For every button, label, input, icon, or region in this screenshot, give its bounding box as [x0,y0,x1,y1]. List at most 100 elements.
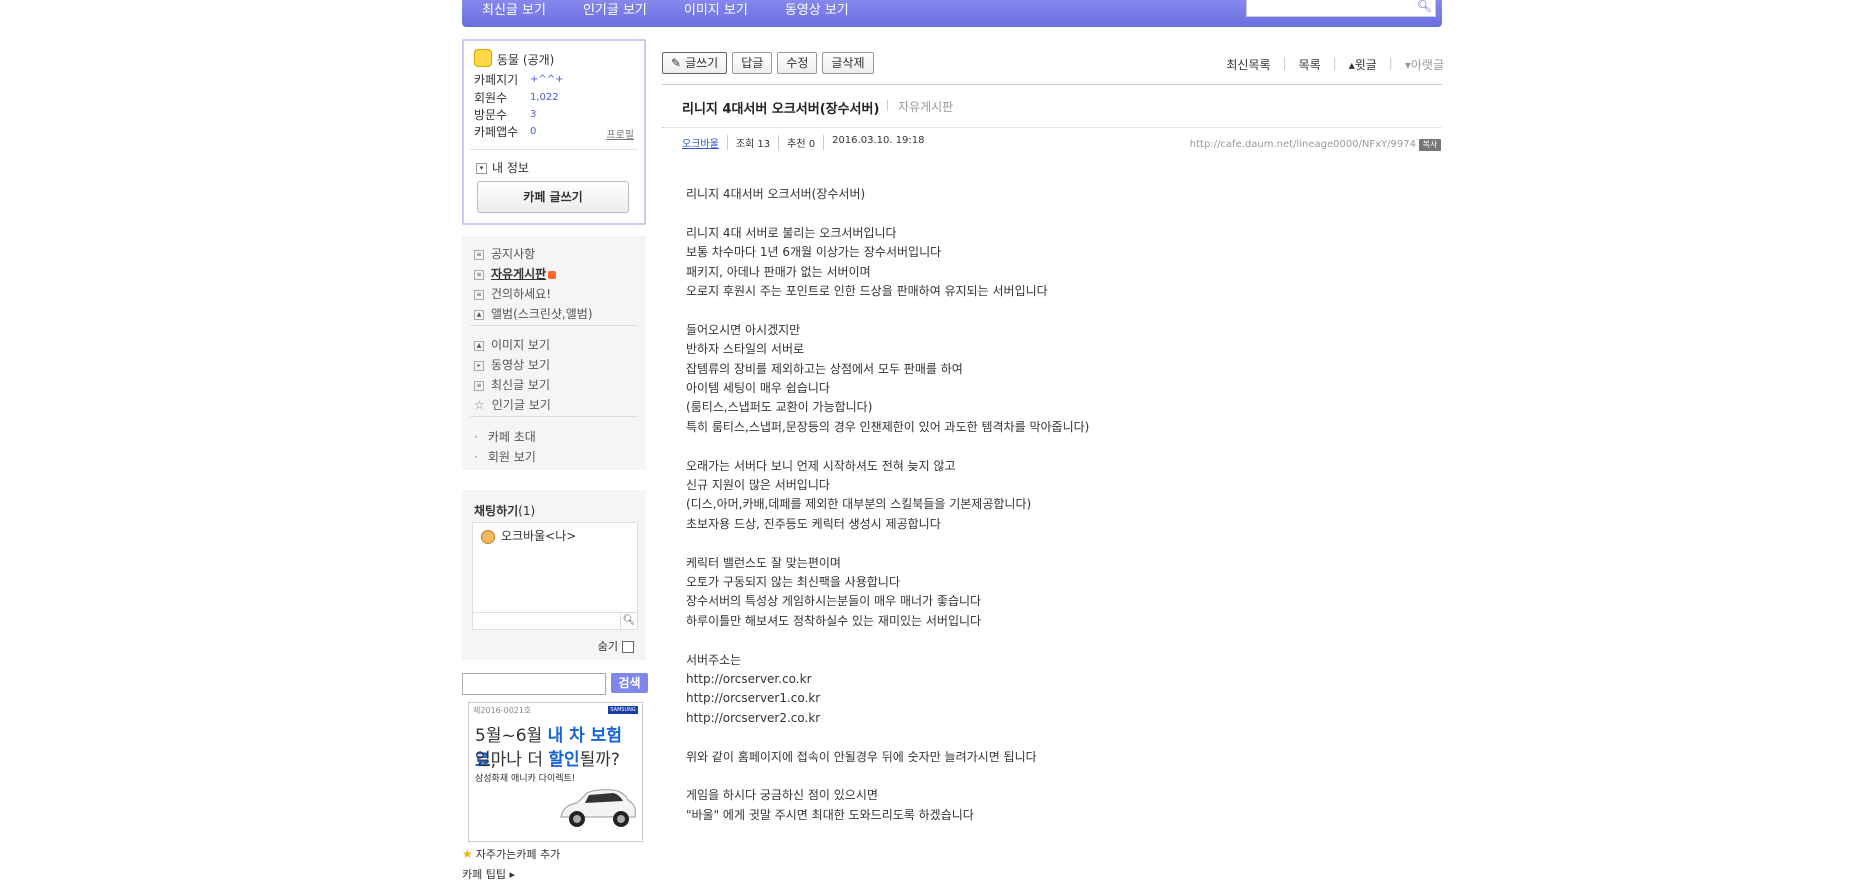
post-line: 반하자 스타일의 서버로 [686,342,805,357]
post-line: (룸티스,스냅퍼도 교환이 가능합니다) [686,400,873,415]
post-line [686,767,1426,786]
post-line: http://orcserver.co.kr [686,672,812,687]
menu-item-free-board[interactable]: ≡ 자유게시판 [474,265,557,282]
cafe-name[interactable]: 동물 (공개) [497,51,554,68]
post-line: 특히 룸티스,스냅퍼,문장등의 경우 인챈제한이 있어 과도한 템격차를 막아줍… [686,419,1090,434]
profile-label-visits: 방문수 [474,108,508,122]
nav-latest[interactable]: 최신글 보기 [482,0,546,18]
post-meta: 오크바울 조회 13 추천 0 2016.03.10. 19:18 [682,135,925,150]
nav-popular[interactable]: 인기글 보기 [583,0,647,18]
cafe-tip-link[interactable]: 카페 팁팁 ▸ [462,866,515,882]
chat-search-input[interactable] [472,612,622,630]
top-search-input[interactable]: 🔍︎ [1246,0,1436,17]
profile-value-manager[interactable]: +^^+ [530,74,564,85]
post-line [686,204,1426,223]
star-icon: ★ [462,847,473,861]
chat-hide-toggle[interactable]: 숨기 [598,638,634,654]
title-divider [662,127,1442,128]
edit-button[interactable]: 수정 [777,52,818,74]
write-label: 글쓰기 [685,56,719,70]
car-image [560,789,636,827]
post-line: 초보자용 드상, 진주등도 케릭터 생성시 제공합니다 [686,516,941,531]
profile-value-visits: 3 [530,109,537,120]
search-icon[interactable]: 🔍︎ [620,612,638,630]
video-icon: ▸ [474,360,484,371]
pencil-icon: ✎ [671,56,682,70]
post-title: 리니지 4대서버 오크서버(장수서버) [682,102,880,117]
menu-item-label: 자유게시판 [491,267,547,281]
delete-button[interactable]: 글삭제 [822,52,874,74]
my-info-toggle[interactable]: ▾ 내 정보 [476,159,529,176]
my-info-label: 내 정보 [492,161,529,175]
post-line: http://orcserver1.co.kr [686,691,821,706]
ad-text: 될까? [579,750,620,770]
nav-images[interactable]: 이미지 보기 [684,0,748,18]
ad-text: 얼마나 더 [475,750,549,770]
chat-user[interactable]: 오크바울<나> [481,527,576,544]
post-line [686,728,1426,747]
profile-value-app: 0 [530,126,537,137]
cafe-search-input[interactable] [462,673,606,695]
cafe-menu: ≡ 공지사항 ≡ 자유게시판 ≡ 건의하세요! ▲ 앨범(스크린샷,앨범) ▲ 이미지 보… [462,236,646,470]
image-icon: ▲ [474,340,484,351]
menu-item-popular[interactable]: ☆ 인기글 보기 [474,396,551,413]
nav-videos[interactable]: 동영상 보기 [785,0,849,18]
menu-item-suggestions[interactable]: ≡ 건의하세요! [474,285,551,302]
menu-item-label: 회원 보기 [487,450,536,464]
user-face-icon [481,529,495,544]
ad-reg-number: 제2016-0021호 [473,706,532,715]
prev-post-link[interactable]: ▴윗글 [1349,56,1377,73]
profile-link[interactable]: 프로필 [606,126,634,141]
post-line: 리니지 4대서버 오크서버(장수서버) [686,187,866,201]
post-line: 게임을 하시다 궁금하신 점이 있으시면 [686,788,878,803]
menu-item-invite[interactable]: · 카페 초대 [474,428,536,445]
menu-item-members[interactable]: · 회원 보기 [474,448,536,465]
post-recommend: 추천 0 [778,135,815,150]
post-url[interactable]: http://cafe.daum.net/lineage0000/NFxY/99… [1190,139,1416,150]
post-line [686,437,1426,456]
post-line: 들어오시면 아시겠지만 [686,322,801,337]
latest-list-link[interactable]: 최신목록 [1226,56,1270,73]
menu-item-label: 인기글 보기 [491,398,551,412]
list-link[interactable]: 목록 [1299,56,1321,73]
reply-button[interactable]: 답글 [732,52,773,74]
article-nav: 최신목록 | 목록 | ▴윗글 | ▾아랫글 [1214,56,1444,73]
ad-headline-2: 얼마나 더 할인될까? [475,745,620,770]
post-line: 오래가는 서버다 보니 언제 시작하셔도 전혀 늦지 않고 [686,458,956,473]
menu-item-videos[interactable]: ▸ 동영상 보기 [474,356,550,373]
nav-separator: | [1282,56,1287,70]
hide-checkbox[interactable] [622,641,634,653]
post-line: 케릭터 밸런스도 잘 맞는편이며 [686,555,841,570]
expand-icon: ▾ [476,163,487,174]
profile-label-app: 카페앱수 [474,125,519,139]
menu-item-images[interactable]: ▲ 이미지 보기 [474,336,550,353]
menu-item-latest[interactable]: ≡ 최신글 보기 [474,376,550,393]
chat-title-label: 채팅하기 [474,504,519,518]
profile-value-members[interactable]: 1,022 [530,92,559,103]
ad-banner[interactable]: 제2016-0021호 SAMSUNG 5월~6월 내 차 보험료, 얼마나 더… [468,702,643,842]
write-button[interactable]: ✎ 글쓰기 [662,52,728,74]
cafe-search-button[interactable]: 검색 [611,673,648,693]
copy-url-button[interactable]: 복사 [1419,139,1441,151]
album-icon: ▲ [474,309,484,320]
post-line: 보통 차수마다 1년 6개월 이상가는 장수서버입니다 [686,245,942,260]
profile-divider [470,149,638,150]
menu-item-notice[interactable]: ≡ 공지사항 [474,245,535,262]
menu-item-album[interactable]: ▲ 앨범(스크린샷,앨범) [474,305,593,322]
post-author[interactable]: 오크바울 [682,135,719,150]
post-board[interactable]: 자유게시판 [898,98,953,115]
cafe-avatar-icon [474,49,492,67]
article-toolbar: ✎ 글쓰기 답글 수정 글삭제 [662,52,879,74]
next-post-link[interactable]: ▾아랫글 [1405,56,1444,73]
chat-user-list: 오크바울<나> [472,522,638,622]
chat-title[interactable]: 채팅하기(1) [474,502,535,519]
cafe-write-button[interactable]: 카페 글쓰기 [477,181,629,213]
chat-user-name: 오크바울<나> [501,529,577,543]
search-icon[interactable]: 🔍︎ [1417,0,1432,13]
star-icon: ☆ [474,398,485,412]
add-favorite-link[interactable]: ★ 자주가는카페 추가 [462,846,560,862]
title-separator [887,100,888,111]
top-nav-bar: 최신글 보기 인기글 보기 이미지 보기 동영상 보기 🔍︎ [462,0,1442,27]
post-line [686,631,1426,650]
top-nav: 최신글 보기 인기글 보기 이미지 보기 동영상 보기 [482,0,886,18]
